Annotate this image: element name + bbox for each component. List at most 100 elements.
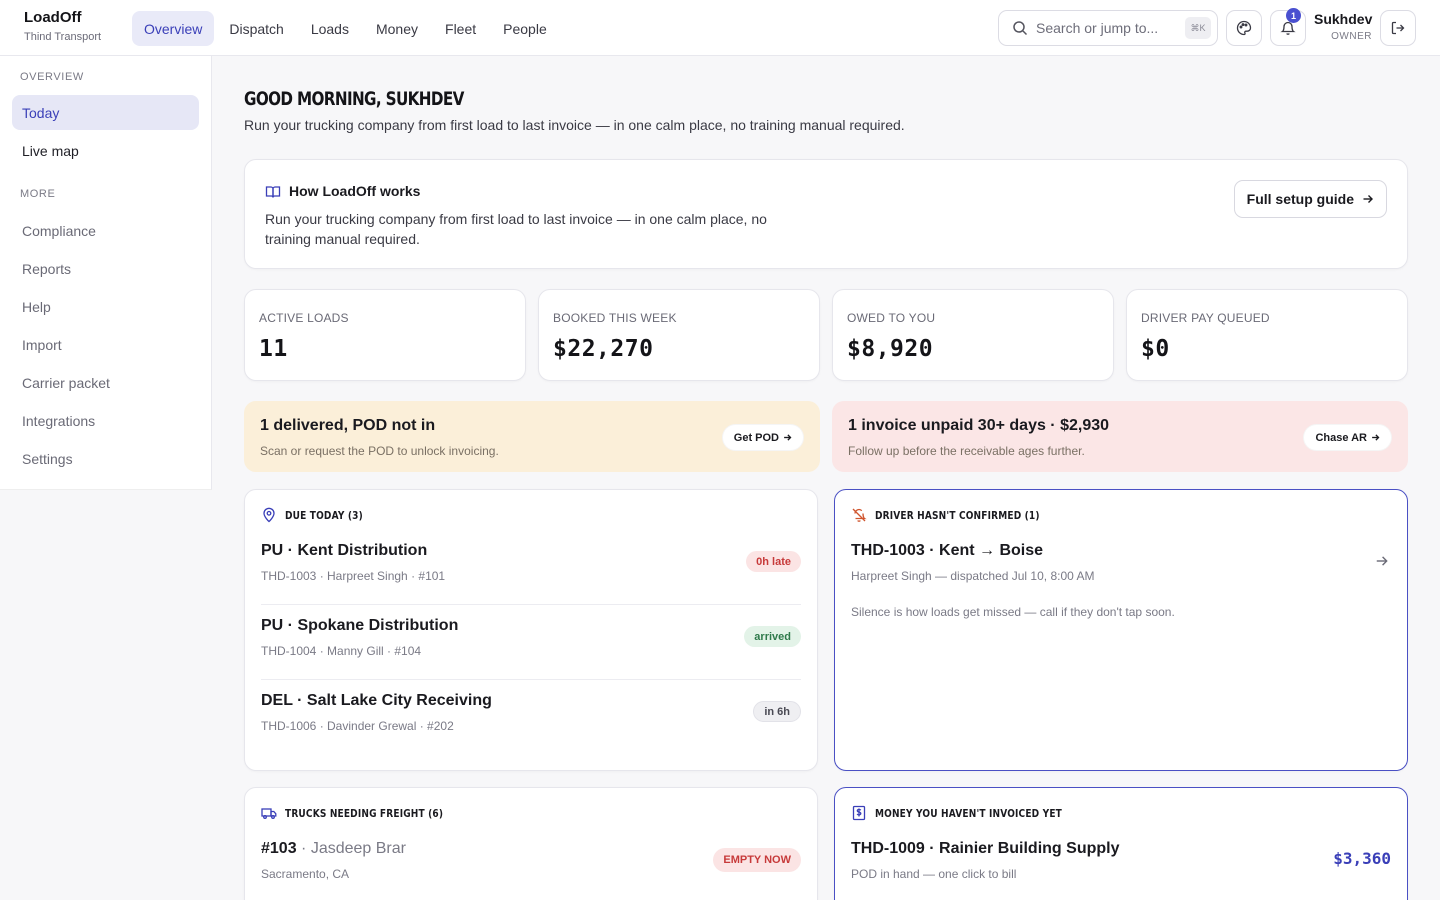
map-pin-icon — [261, 507, 277, 523]
user-menu[interactable]: Sukhdev OWNER — [1314, 11, 1372, 42]
sidebar-item-compliance[interactable]: Compliance — [12, 213, 199, 248]
alert-title: 1 delivered, POD not in — [260, 417, 436, 434]
bell-off-icon — [851, 507, 867, 523]
sidebar-item-live-map[interactable]: Live map — [12, 133, 199, 168]
tab-overview[interactable]: Overview — [132, 11, 215, 46]
tab-fleet[interactable]: Fleet — [433, 11, 488, 46]
sidebar-item-integrations[interactable]: Integrations — [12, 403, 199, 438]
stop-title: PU · Spokane Distribution — [261, 617, 459, 634]
trucks-needing-freight-card: TRUCKS NEEDING FREIGHT (6) #103 · Jasdee… — [244, 787, 818, 900]
brand-name: LoadOff — [24, 9, 82, 26]
divider — [261, 604, 801, 605]
stat-value: $0 — [1141, 336, 1170, 362]
truck-unit: #103 — [261, 840, 297, 857]
stat-label: OWED TO YOU — [847, 311, 936, 325]
tab-loads[interactable]: Loads — [299, 11, 361, 46]
stop-title: PU · Kent Distribution — [261, 542, 428, 559]
alert-title: 1 invoice unpaid 30+ days · $2,930 — [848, 417, 1110, 434]
user-role: OWNER — [1331, 31, 1372, 42]
stat-value: 11 — [259, 336, 288, 362]
stop-subtitle: THD-1006 · Davinder Grewal · #202 — [261, 719, 454, 733]
main-nav: Overview Dispatch Loads Money Fleet Peop… — [132, 11, 562, 46]
chase-ar-button[interactable]: Chase AR — [1303, 424, 1392, 451]
sidebar-item-help[interactable]: Help — [12, 289, 199, 324]
sidebar-item-today[interactable]: Today — [12, 95, 199, 130]
list-item[interactable]: PU · Spokane Distribution THD-1004 · Man… — [261, 617, 801, 692]
alert-pod-missing: 1 delivered, POD not in Scan or request … — [244, 401, 820, 472]
invoice-dollar-icon — [851, 805, 867, 821]
how-it-works-card: How LoadOff works Run your trucking comp… — [244, 159, 1408, 269]
arrow-right-icon — [783, 433, 792, 442]
load-title: THD-1009 · Rainier Building Supply — [851, 840, 1120, 857]
book-icon — [265, 184, 281, 200]
trucks-title: TRUCKS NEEDING FREIGHT (6) — [285, 806, 444, 820]
stat-label: DRIVER PAY QUEUED — [1141, 311, 1270, 325]
logout-button[interactable] — [1380, 10, 1416, 46]
stop-title: DEL · Salt Lake City Receiving — [261, 692, 492, 709]
status-badge: in 6h — [753, 701, 801, 722]
search-icon — [1012, 20, 1028, 36]
shortcut-hint: ⌘K — [1185, 17, 1211, 39]
top-bar: LoadOff Thind Transport Overview Dispatc… — [0, 0, 1440, 56]
arrow-right-icon — [1371, 433, 1380, 442]
uninvoiced-title: MONEY YOU HAVEN'T INVOICED YET — [875, 806, 1062, 820]
stat-label: ACTIVE LOADS — [259, 311, 349, 325]
stat-active-loads[interactable]: ACTIVE LOADS 11 — [244, 289, 526, 381]
sidebar-item-settings[interactable]: Settings — [12, 441, 199, 476]
list-item[interactable]: THD-1009 · Rainier Building Supply POD i… — [851, 840, 1391, 900]
tab-dispatch[interactable]: Dispatch — [217, 11, 295, 46]
search-box[interactable]: ⌘K — [998, 10, 1218, 46]
alert-subtitle: Follow up before the receivable ages fur… — [848, 444, 1085, 458]
full-setup-guide-button[interactable]: Full setup guide — [1233, 180, 1387, 218]
sidebar-item-reports[interactable]: Reports — [12, 251, 199, 286]
load-subtitle: Harpreet Singh — dispatched Jul 10, 8:00… — [851, 569, 1095, 583]
search-input[interactable] — [1036, 20, 1176, 36]
due-today-card: DUE TODAY (3) PU · Kent Distribution THD… — [244, 489, 818, 771]
tab-money[interactable]: Money — [364, 11, 430, 46]
get-pod-button[interactable]: Get POD — [721, 424, 804, 451]
tab-people[interactable]: People — [491, 11, 559, 46]
sidebar-item-import[interactable]: Import — [12, 327, 199, 362]
how-it-works-title: How LoadOff works — [289, 183, 421, 199]
status-badge: EMPTY NOW — [713, 848, 801, 872]
stat-driver-pay-queued[interactable]: DRIVER PAY QUEUED $0 — [1126, 289, 1408, 381]
trucks-header: TRUCKS NEEDING FREIGHT (6) — [261, 805, 478, 821]
chase-ar-label: Chase AR — [1315, 431, 1367, 444]
arrow-right-icon — [1362, 193, 1374, 205]
driver-unconfirmed-header: DRIVER HASN'T CONFIRMED (1) — [851, 507, 1076, 523]
stat-label: BOOKED THIS WEEK — [553, 311, 677, 325]
truck-icon — [261, 805, 277, 821]
uninvoiced-header: MONEY YOU HAVEN'T INVOICED YET — [851, 805, 1103, 821]
brand[interactable]: LoadOff Thind Transport — [24, 9, 101, 43]
list-item[interactable]: PU · Kent Distribution THD-1003 · Harpre… — [261, 542, 801, 617]
truck-title: #103 · Jasdeep Brar — [261, 840, 406, 858]
truck-driver: · Jasdeep Brar — [301, 840, 406, 857]
palette-icon — [1236, 20, 1252, 36]
get-pod-label: Get POD — [733, 431, 779, 444]
driver-unconfirmed-note: Silence is how loads get missed — call i… — [851, 605, 1175, 619]
stat-booked-this-week[interactable]: BOOKED THIS WEEK $22,270 — [538, 289, 820, 381]
uninvoiced-amount: $3,360 — [1333, 849, 1391, 868]
theme-button[interactable] — [1226, 10, 1262, 46]
company-name: Thind Transport — [24, 31, 102, 43]
driver-unconfirmed-title: DRIVER HASN'T CONFIRMED (1) — [875, 508, 1040, 522]
stat-owed-to-you[interactable]: OWED TO YOU $8,920 — [832, 289, 1114, 381]
stat-value: $22,270 — [553, 336, 654, 362]
alert-subtitle: Scan or request the POD to unlock invoic… — [260, 444, 499, 458]
driver-unconfirmed-card: DRIVER HASN'T CONFIRMED (1) THD-1003 · K… — [834, 489, 1408, 771]
list-item[interactable]: #103 · Jasdeep Brar Sacramento, CA EMPTY… — [261, 840, 801, 900]
load-title: THD-1003 · Kent → Boise — [851, 542, 1044, 559]
stat-value: $8,920 — [847, 336, 934, 362]
stop-subtitle: THD-1003 · Harpreet Singh · #101 — [261, 569, 446, 583]
uninvoiced-card: MONEY YOU HAVEN'T INVOICED YET THD-1009 … — [834, 787, 1408, 900]
due-today-header: DUE TODAY (3) — [261, 507, 380, 523]
arrow-right-icon[interactable] — [1375, 554, 1389, 568]
due-today-title: DUE TODAY (3) — [285, 508, 363, 522]
alert-invoice-unpaid: 1 invoice unpaid 30+ days · $2,930 Follo… — [832, 401, 1408, 472]
notifications-button[interactable]: 1 — [1270, 8, 1306, 46]
list-item[interactable]: DEL · Salt Lake City Receiving THD-1006 … — [261, 692, 801, 767]
notification-badge: 1 — [1286, 8, 1301, 23]
divider — [261, 679, 801, 680]
sidebar-section-more: MORE — [20, 188, 56, 200]
sidebar-item-carrier-packet[interactable]: Carrier packet — [12, 365, 199, 400]
